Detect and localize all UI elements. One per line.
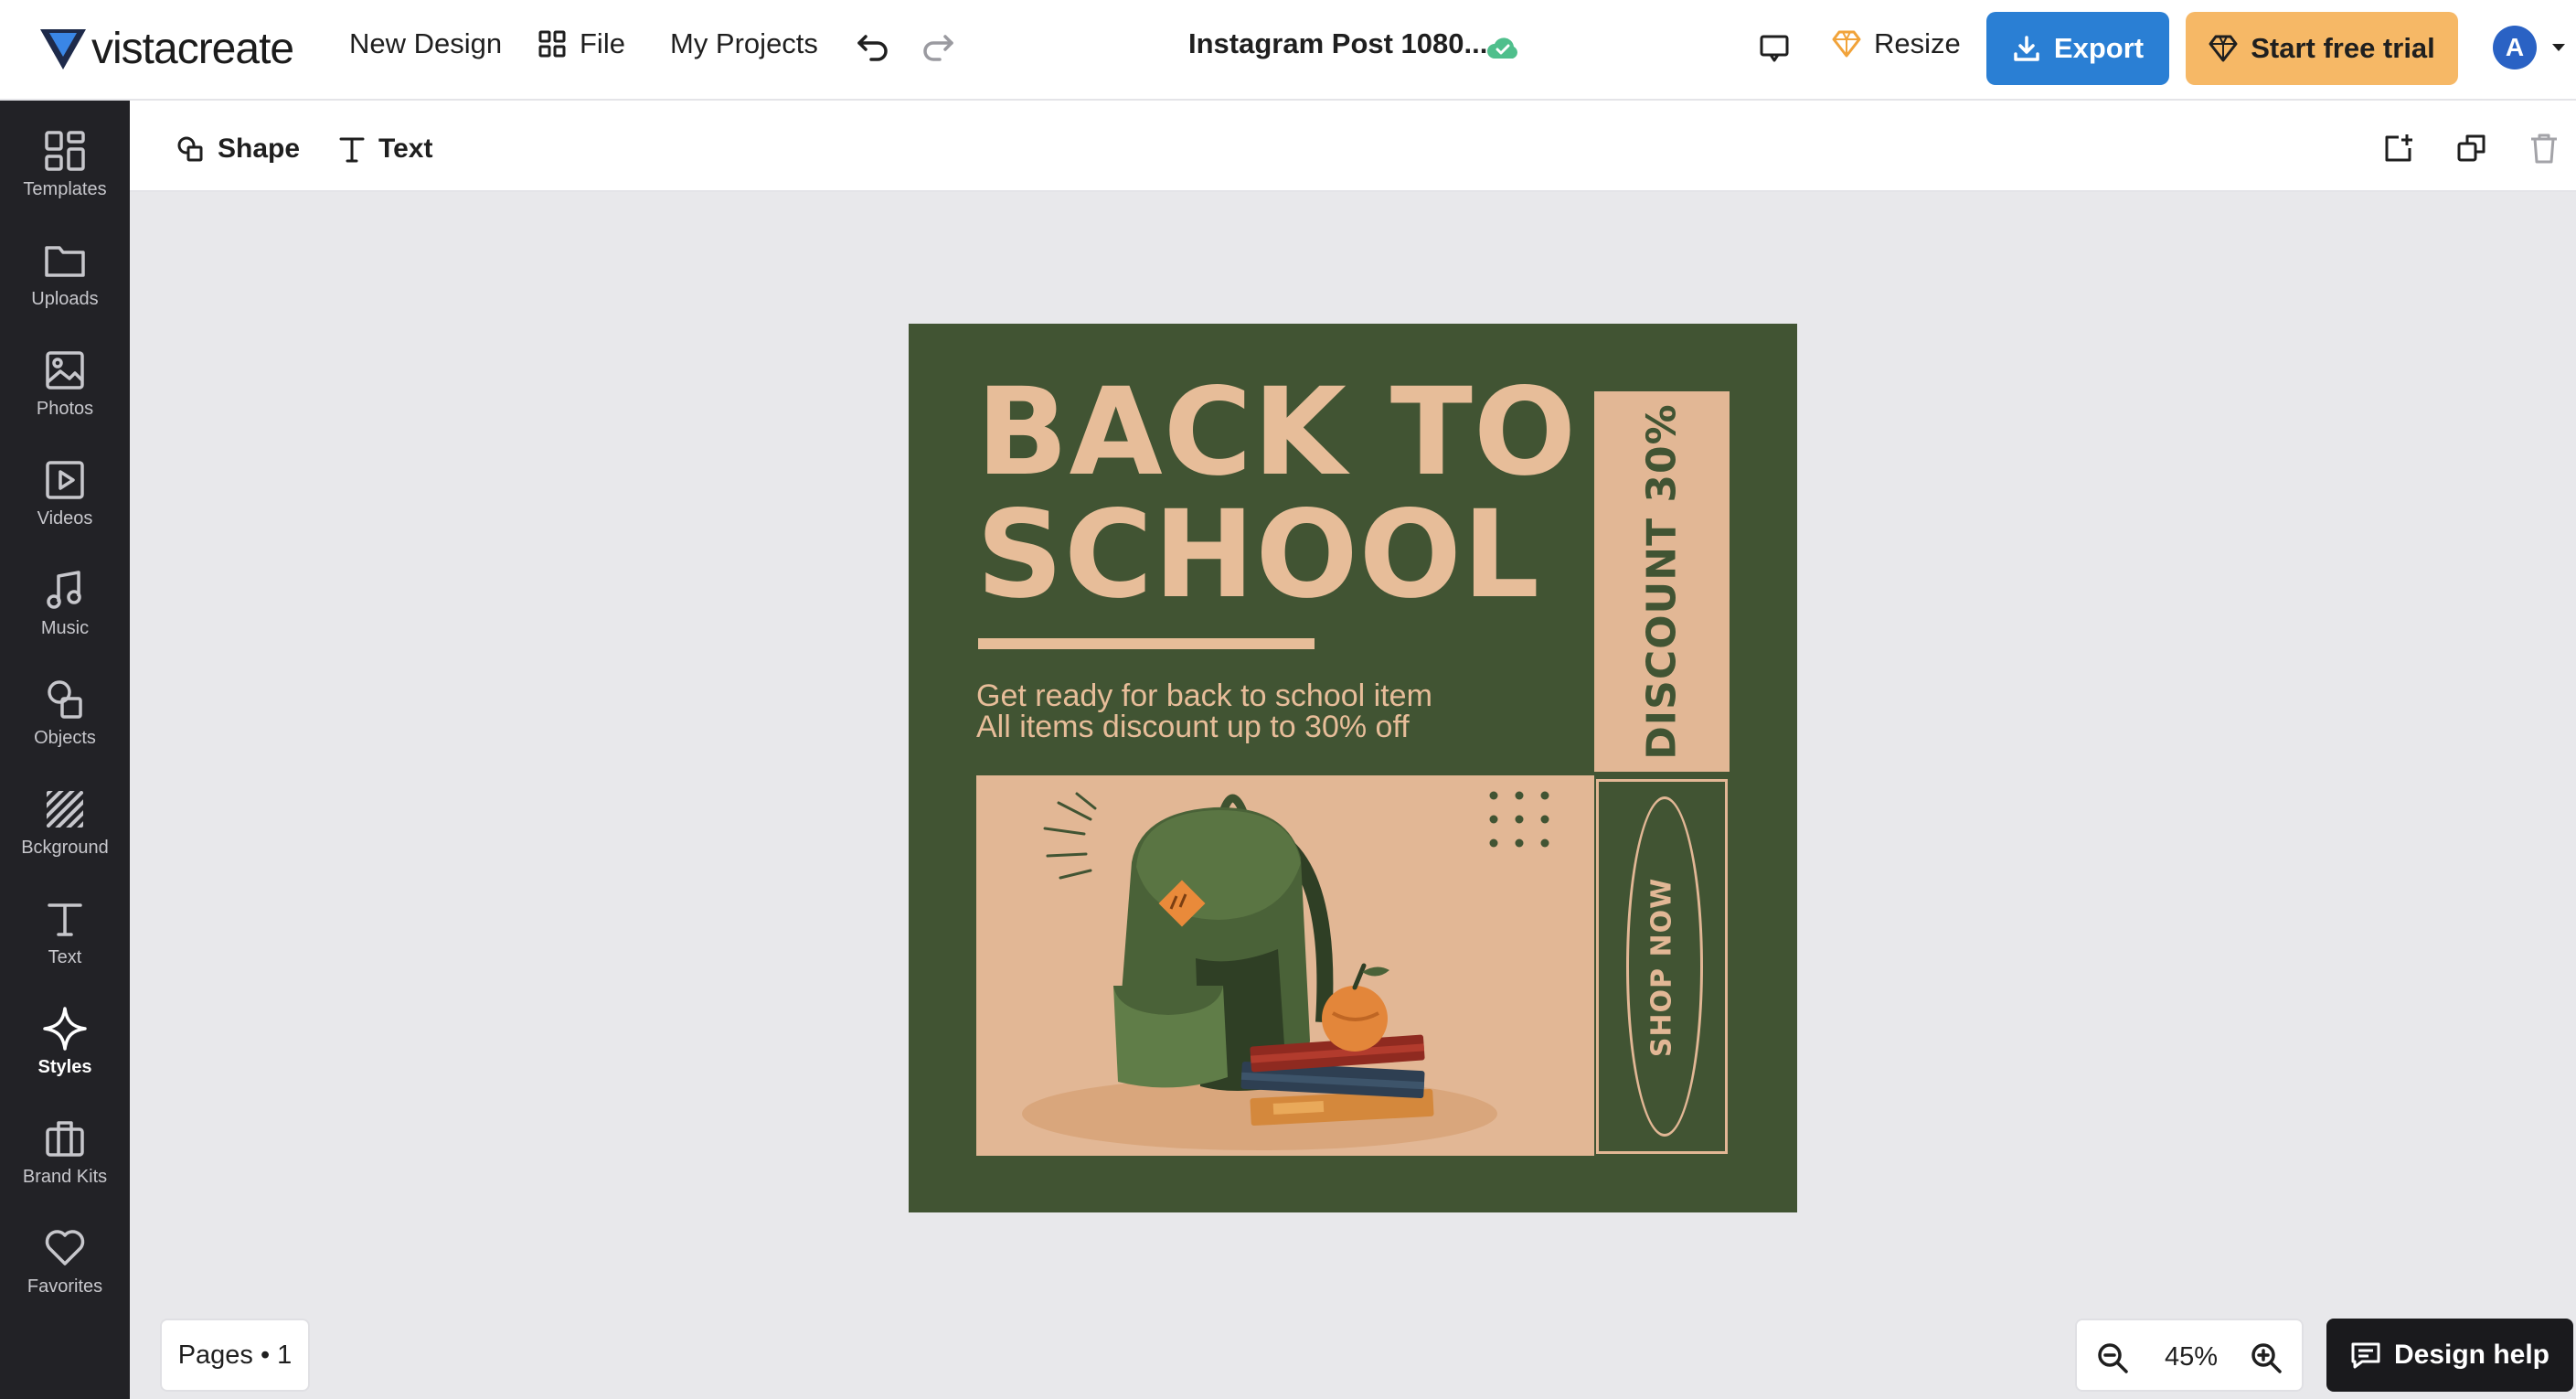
subtext-line-1: Get ready for back to school item bbox=[976, 678, 1432, 713]
resize-label: Resize bbox=[1874, 27, 1961, 59]
sidebar-item-label: Favorites bbox=[27, 1276, 103, 1297]
heart-icon bbox=[42, 1225, 88, 1271]
sidebar-item-label: Text bbox=[48, 947, 82, 967]
headline-line-1: BACK TO bbox=[976, 362, 1578, 503]
briefcase-icon bbox=[42, 1116, 88, 1161]
zoom-level[interactable]: 45% bbox=[2159, 1342, 2223, 1372]
undo-icon[interactable] bbox=[855, 29, 891, 66]
sidebar-item-photos[interactable]: Photos bbox=[0, 347, 130, 439]
headline-underline[interactable] bbox=[978, 638, 1315, 649]
top-bar: vistacreate New Design File My Projects … bbox=[0, 0, 2576, 101]
zoom-in-icon[interactable] bbox=[2249, 1340, 2283, 1375]
export-button[interactable]: Export bbox=[1986, 12, 2169, 85]
file-menu-button[interactable]: File bbox=[538, 27, 625, 60]
vistacreate-logo[interactable]: vistacreate bbox=[40, 24, 294, 74]
design-help-button[interactable]: Design help bbox=[2326, 1319, 2573, 1392]
sidebar-item-brand-kits[interactable]: Brand Kits bbox=[0, 1116, 130, 1207]
sidebar-item-label: Styles bbox=[37, 1057, 92, 1077]
sidebar-item-label: Templates bbox=[23, 179, 107, 199]
sidebar-item-label: Brand Kits bbox=[22, 1167, 108, 1187]
diamond-icon bbox=[2209, 35, 2238, 62]
folder-icon bbox=[42, 238, 88, 283]
redo-icon[interactable] bbox=[920, 29, 956, 66]
shape-label: Shape bbox=[218, 133, 301, 164]
pages-label: Pages • 1 bbox=[177, 1340, 293, 1370]
file-label: File bbox=[580, 27, 625, 59]
backpack-books-illustration bbox=[1022, 791, 1549, 1150]
new-design-button[interactable]: New Design bbox=[349, 27, 502, 60]
headline-line-2: SCHOOL bbox=[976, 485, 1540, 625]
discount-text[interactable]: DISCOUNT 30% bbox=[1639, 403, 1686, 759]
my-projects-button[interactable]: My Projects bbox=[670, 27, 818, 60]
document-title[interactable]: Instagram Post 1080... bbox=[1188, 27, 1487, 60]
sidebar-item-styles[interactable]: Styles bbox=[0, 1006, 130, 1097]
sidebar-item-music[interactable]: Music bbox=[0, 567, 130, 658]
add-page-icon[interactable] bbox=[2382, 132, 2415, 165]
shop-now-text[interactable]: SHOP NOW bbox=[1646, 878, 1678, 1057]
sidebar-item-background[interactable]: Bckground bbox=[0, 786, 130, 878]
download-icon bbox=[2014, 36, 2039, 61]
text-icon bbox=[339, 137, 365, 163]
sidebar-item-templates[interactable]: Templates bbox=[0, 128, 130, 219]
image-icon bbox=[42, 347, 88, 393]
subtext[interactable]: Get ready for back to school item All it… bbox=[976, 680, 1432, 742]
avatar[interactable]: A bbox=[2493, 26, 2537, 69]
sidebar-item-label: Photos bbox=[36, 399, 94, 419]
resize-button[interactable]: Resize bbox=[1832, 27, 1961, 60]
export-label: Export bbox=[2053, 32, 2145, 64]
sidebar-item-label: Music bbox=[40, 618, 90, 638]
add-shape-button[interactable]: Shape bbox=[176, 133, 300, 165]
logo-mark-icon bbox=[40, 28, 86, 69]
text-label: Text bbox=[378, 133, 433, 164]
zoom-control: 45% bbox=[2075, 1319, 2304, 1392]
cloud-saved-icon bbox=[1487, 37, 1517, 59]
start-free-trial-label: Start free trial bbox=[2251, 32, 2435, 64]
sidebar-item-objects[interactable]: Objects bbox=[0, 677, 130, 768]
sidebar-item-label: Bckground bbox=[21, 838, 109, 858]
sidebar-item-text[interactable]: Text bbox=[0, 896, 130, 988]
sidebar-item-label: Objects bbox=[34, 728, 96, 748]
sidebar-item-favorites[interactable]: Favorites bbox=[0, 1225, 130, 1317]
video-icon bbox=[42, 457, 88, 503]
present-icon[interactable] bbox=[1757, 31, 1792, 66]
sparkle-icon bbox=[42, 1006, 88, 1052]
objects-icon bbox=[42, 677, 88, 722]
new-design-label: New Design bbox=[349, 27, 503, 59]
pages-button[interactable]: Pages • 1 bbox=[160, 1319, 310, 1392]
element-toolbar: Shape Text bbox=[130, 101, 2576, 192]
duplicate-icon[interactable] bbox=[2455, 132, 2488, 165]
sidebar-item-label: Videos bbox=[37, 508, 93, 529]
shape-icon bbox=[177, 136, 203, 162]
sidebar-item-videos[interactable]: Videos bbox=[0, 457, 130, 549]
design-canvas[interactable]: BACK TO SCHOOL Get ready for back to sch… bbox=[909, 324, 1797, 1212]
templates-icon bbox=[42, 128, 88, 174]
logo-text: vistacreate bbox=[91, 25, 294, 73]
grid-icon bbox=[538, 30, 566, 58]
sidebar-item-uploads[interactable]: Uploads bbox=[0, 238, 130, 329]
subtext-line-2: All items discount up to 30% off bbox=[976, 710, 1410, 744]
trash-icon[interactable] bbox=[2528, 132, 2560, 165]
music-icon bbox=[42, 567, 88, 613]
design-help-label: Design help bbox=[2393, 1340, 2550, 1370]
illustration-panel[interactable] bbox=[976, 775, 1594, 1156]
left-sidebar: Templates Uploads Photos Videos Music Ob… bbox=[0, 101, 130, 1399]
add-text-button[interactable]: Text bbox=[338, 133, 432, 165]
sidebar-item-label: Uploads bbox=[31, 289, 99, 309]
background-icon bbox=[42, 786, 88, 832]
text-icon bbox=[42, 896, 88, 942]
diamond-icon bbox=[1832, 30, 1861, 58]
my-projects-label: My Projects bbox=[670, 27, 818, 59]
zoom-out-icon[interactable] bbox=[2095, 1340, 2130, 1375]
start-free-trial-button[interactable]: Start free trial bbox=[2186, 12, 2458, 85]
chevron-down-icon[interactable] bbox=[2550, 42, 2567, 53]
chat-icon bbox=[2351, 1342, 2380, 1369]
headline-text[interactable]: BACK TO SCHOOL bbox=[976, 371, 1577, 616]
